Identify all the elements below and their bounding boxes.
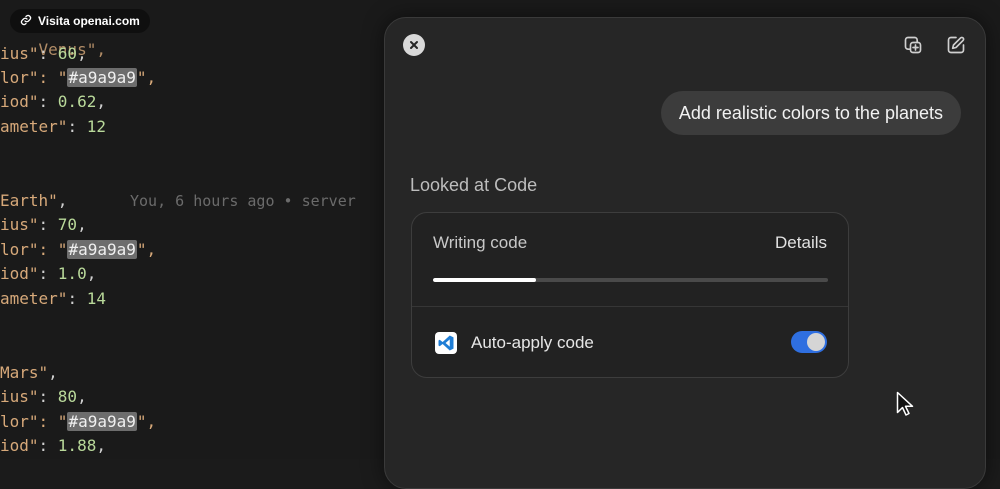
code-line: ius": 80, xyxy=(0,386,87,408)
code-sep: : xyxy=(67,117,87,136)
writing-code-card: Writing code Details Auto-apply code xyxy=(411,212,849,378)
code-line: lor": "#a9a9a9", xyxy=(0,239,156,261)
code-trail: , xyxy=(77,387,87,406)
git-blame-annotation: You, 6 hours ago • server xyxy=(130,192,356,210)
code-trail: , xyxy=(77,44,87,63)
details-link[interactable]: Details xyxy=(775,233,827,253)
code-trail: , xyxy=(48,363,58,382)
code-key: Earth" xyxy=(0,191,58,210)
code-value: 80 xyxy=(57,387,78,406)
code-line: iod": 1.88, xyxy=(0,435,106,457)
link-icon xyxy=(20,14,32,29)
code-line: ius": 70, xyxy=(0,214,87,236)
toggle-knob xyxy=(807,333,825,351)
progress-fill xyxy=(433,278,536,282)
code-value: 14 xyxy=(86,289,106,308)
code-key: ameter" xyxy=(0,289,68,308)
code-key: iod" xyxy=(0,436,39,455)
chat-panel: Add realistic colors to the planets Look… xyxy=(384,17,986,489)
close-button[interactable] xyxy=(403,34,425,56)
code-line: iod": 1.0, xyxy=(0,263,96,285)
copy-window-icon xyxy=(903,35,923,55)
code-sep: : xyxy=(38,44,58,63)
auto-apply-label: Auto-apply code xyxy=(471,333,594,352)
visit-openai-link[interactable]: Visita openai.com xyxy=(10,9,150,33)
code-sep: : xyxy=(38,436,58,455)
divider xyxy=(412,306,848,307)
code-sep: : xyxy=(38,92,58,111)
code-trail: ", xyxy=(136,68,157,87)
edit-icon xyxy=(946,35,966,55)
mouse-cursor-icon xyxy=(896,391,914,416)
code-key: lor" xyxy=(0,412,39,431)
close-icon xyxy=(409,40,419,50)
code-key: ius" xyxy=(0,44,39,63)
code-value: 1.88 xyxy=(57,436,97,455)
code-key: ius" xyxy=(0,215,39,234)
code-key: iod" xyxy=(0,92,39,111)
code-sep: : " xyxy=(38,240,68,259)
code-sep: : " xyxy=(38,412,68,431)
code-line: lor": "#a9a9a9", xyxy=(0,67,156,89)
code-key: lor" xyxy=(0,68,39,87)
code-line: iod": 0.62, xyxy=(0,91,106,113)
code-line: ius": 60, xyxy=(0,43,87,65)
code-key: iod" xyxy=(0,264,39,283)
code-value: 0.62 xyxy=(57,92,97,111)
code-line: ameter": 14 xyxy=(0,288,106,310)
code-value: 12 xyxy=(86,117,106,136)
code-trail: , xyxy=(96,92,106,111)
code-value: 1.0 xyxy=(57,264,87,283)
code-value-highlight: #a9a9a9 xyxy=(67,68,137,87)
code-line: lor": "#a9a9a9", xyxy=(0,411,156,433)
card-title: Writing code xyxy=(433,233,528,252)
auto-apply-toggle[interactable] xyxy=(791,331,827,353)
code-trail: ", xyxy=(136,240,157,259)
code-trail: , xyxy=(86,264,97,283)
looked-at-code-label[interactable]: Looked at Code xyxy=(410,175,537,196)
code-trail: , xyxy=(77,215,87,234)
code-line: Earth", xyxy=(0,190,67,212)
code-sep: : xyxy=(38,264,58,283)
code-sep: : xyxy=(38,215,58,234)
code-value-highlight: #a9a9a9 xyxy=(67,240,137,259)
code-value: 60 xyxy=(57,44,78,63)
code-sep: : xyxy=(38,387,58,406)
edit-button[interactable] xyxy=(945,34,967,56)
vscode-icon xyxy=(435,332,457,354)
code-trail: , xyxy=(96,436,106,455)
visit-link-label: Visita openai.com xyxy=(38,14,140,28)
code-value: 70 xyxy=(57,215,78,234)
code-key: ius" xyxy=(0,387,39,406)
progress-bar xyxy=(433,278,828,282)
code-line: ameter": 12 xyxy=(0,116,106,138)
code-line: Mars", xyxy=(0,362,58,384)
code-value-highlight: #a9a9a9 xyxy=(67,412,137,431)
user-message-bubble: Add realistic colors to the planets xyxy=(660,91,961,135)
code-sep: : " xyxy=(38,68,68,87)
copy-window-button[interactable] xyxy=(902,34,924,56)
code-key: Mars" xyxy=(0,363,49,382)
code-trail: ", xyxy=(136,412,157,431)
code-sep: : xyxy=(67,289,87,308)
code-key: ameter" xyxy=(0,117,68,136)
code-key: lor" xyxy=(0,240,39,259)
code-trail: , xyxy=(57,191,68,210)
